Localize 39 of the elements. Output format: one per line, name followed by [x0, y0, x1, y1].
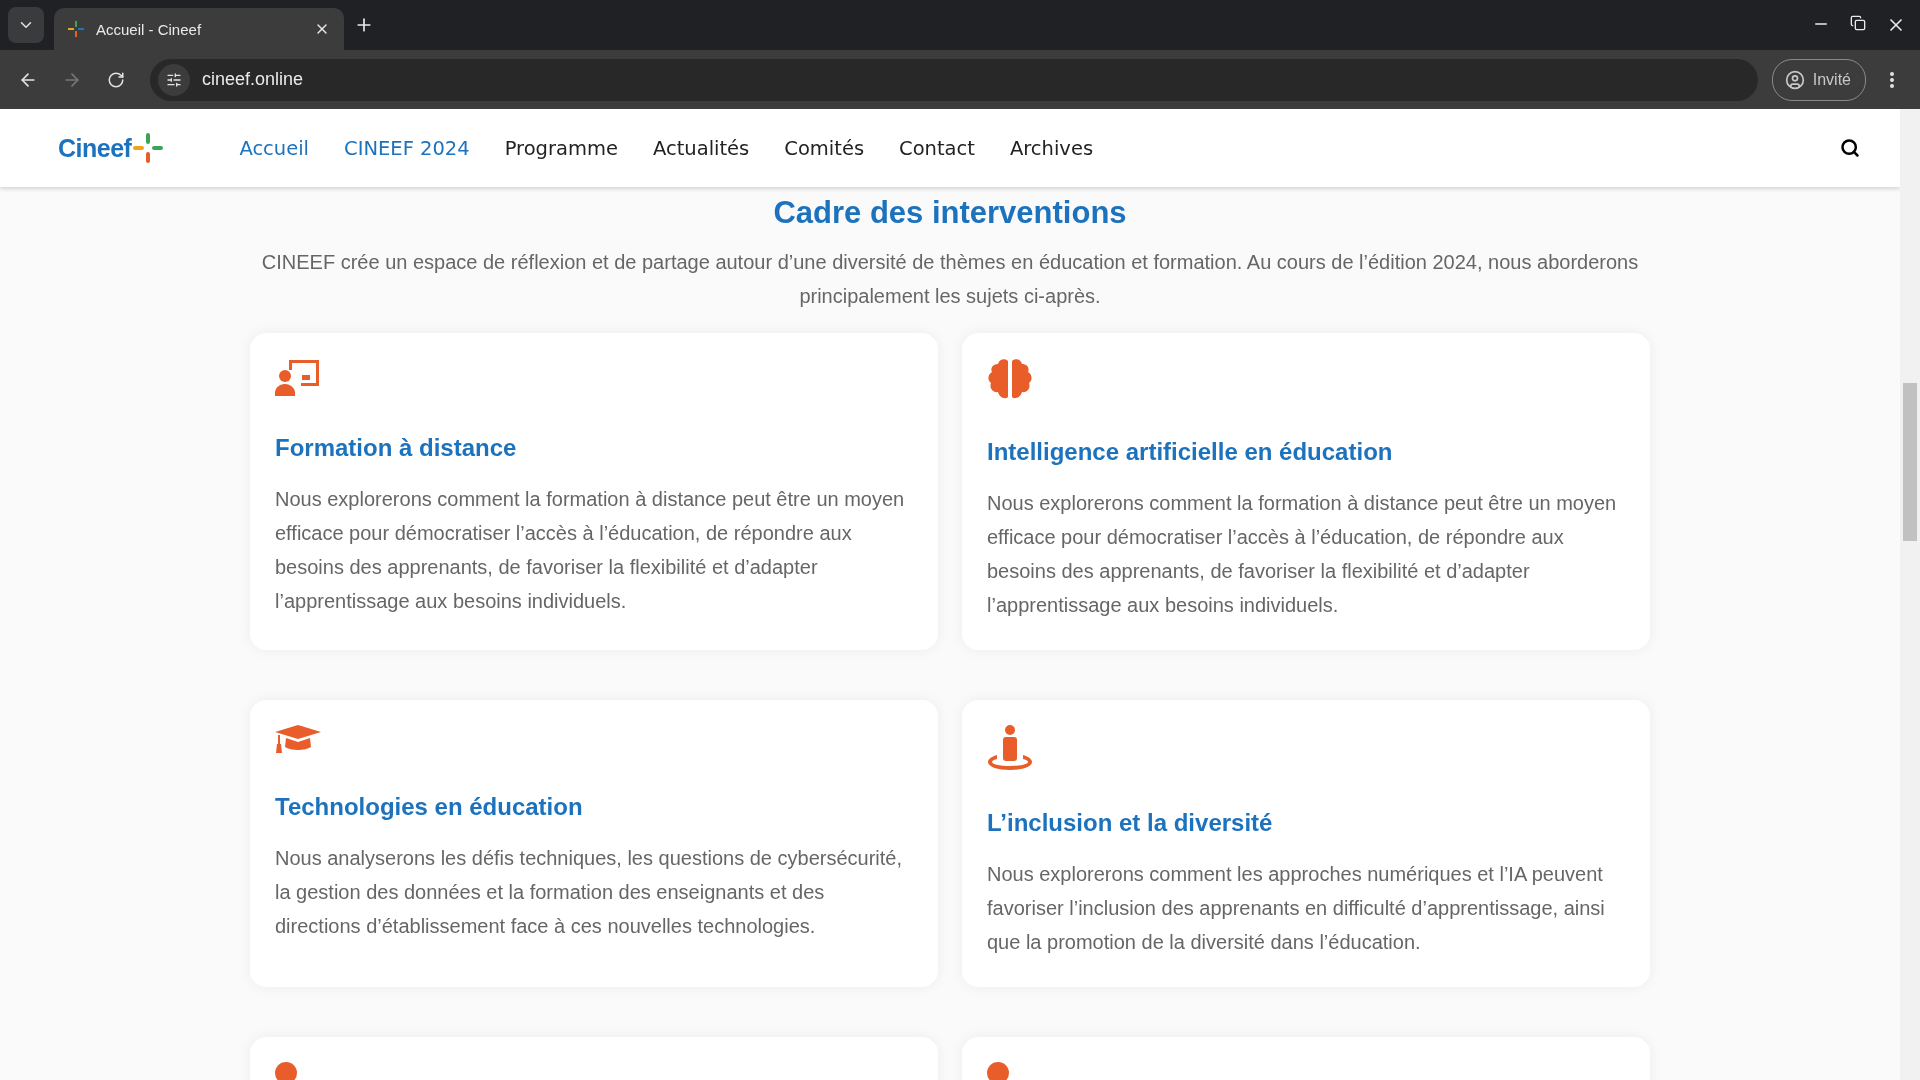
- person-in-circle-icon: [987, 725, 1033, 771]
- sliders-icon: [166, 71, 182, 88]
- presenter-board-icon: [275, 358, 321, 396]
- card-text: Nous explorerons comment la formation à distance peut être un moyen efficace pour démocratiser l’accès à l’éducation, de répondre aux besoins des apprenants, de favoriser la flexibilité et d’adapter l’apprentissage aux besoins individuels.: [987, 491, 1618, 618]
- site-info-button[interactable]: [158, 63, 190, 96]
- card-text: Nous explorerons comment les approches numériques et l’IA peuvent favoriser l’inclusion des apprenants en difficulté d’apprentissage, ainsi que la promotion de la diversité dans l’éducation.: [987, 862, 1606, 955]
- card-title: Intelligence artificielle en éducation: [987, 438, 1394, 466]
- scroll-thumb[interactable]: [1903, 383, 1917, 541]
- card-text: Nous analyserons les défis techniques, les questions de cybersécurité, la gestion des données et la formation des enseignants et des directions d’établissement face à ces nouvelles technologies.: [275, 846, 903, 939]
- intro-text: CINEEF crée un espace de réflexion et de partage autour d’une diversité de thèmes en éducation et formation. Au cours de l’édition 2024, nous aborderons principalement les sujets ci-après.: [260, 250, 1640, 309]
- more-vertical-icon: [1890, 71, 1894, 88]
- profile-button[interactable]: Invité: [1771, 58, 1866, 101]
- logo-text[interactable]: Cineef: [58, 133, 132, 163]
- sparkle-logo-icon: [133, 133, 164, 163]
- user-circle-icon: [1784, 69, 1805, 90]
- address-bar[interactable]: cineef.online: [150, 58, 1758, 101]
- card-title: Formation à distance: [275, 434, 518, 462]
- reload-icon: [107, 70, 125, 89]
- nav-link[interactable]: Contact: [899, 136, 975, 160]
- brain-icon: [987, 358, 1033, 400]
- nav-link[interactable]: Accueil: [239, 136, 310, 160]
- section-title: Cadre des interventions: [773, 195, 1127, 231]
- tab-title: Accueil - Cineef: [96, 20, 203, 38]
- scrollbar[interactable]: [1900, 109, 1920, 1080]
- tab-list-button[interactable]: [8, 7, 44, 43]
- card-text: Nous explorerons comment la formation à distance peut être un moyen efficace pour démocratiser l’accès à l’éducation, de répondre aux besoins des apprenants, de favoriser la flexibilité et d’adapter l’apprentissage aux besoins individuels.: [275, 487, 906, 614]
- card-title: Technologies en éducation: [275, 793, 584, 821]
- nav-link[interactable]: Comités: [784, 136, 865, 160]
- card-title: L’inclusion et la diversité: [987, 809, 1274, 837]
- nav-link[interactable]: Programme: [504, 136, 618, 160]
- nav-link[interactable]: CINEEF 2024: [344, 136, 470, 160]
- nav-link[interactable]: Archives: [1009, 136, 1094, 160]
- site-favicon-icon: [68, 21, 84, 37]
- url-text: cineef.online: [202, 69, 304, 90]
- restore-icon[interactable]: [1850, 15, 1866, 31]
- browser-tab[interactable]: Accueil - Cineef: [54, 8, 344, 50]
- graduation-cap-icon: [275, 725, 321, 755]
- nav-link[interactable]: Actualités: [652, 136, 750, 160]
- search-icon[interactable]: [1840, 138, 1860, 158]
